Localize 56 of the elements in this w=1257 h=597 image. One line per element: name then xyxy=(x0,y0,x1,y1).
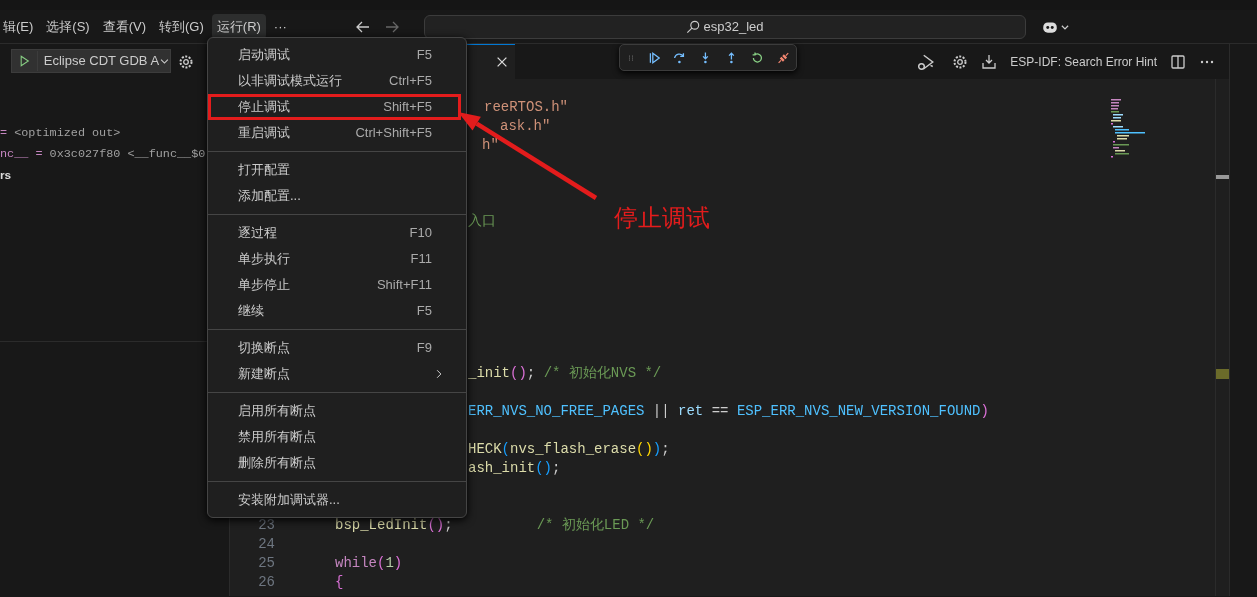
variable-row-text: = <optimized out> xyxy=(0,125,122,142)
menu-item[interactable]: 运行(R) xyxy=(211,13,266,40)
menu-item[interactable]: 添加配置... xyxy=(208,183,461,209)
menu-item[interactable]: 禁用所有断点 xyxy=(208,424,461,450)
code-line: ash_init(); xyxy=(468,460,561,476)
editor-action-link[interactable]: ESP-IDF: Search Error Hint xyxy=(1010,52,1157,71)
menu-item[interactable]: 单步执行 F11 xyxy=(208,246,461,272)
menu-item[interactable]: 重启调试 Ctrl+Shift+F5 xyxy=(208,120,461,146)
code-line: _init(); /* 初始化NVS */ xyxy=(468,365,662,381)
split-editor-icon[interactable] xyxy=(1170,53,1186,70)
download-icon[interactable] xyxy=(981,53,998,70)
variable-row-text: nc__ = 0x3c027f80 <__func__$0 xyxy=(0,146,207,163)
menu-item[interactable]: 逐过程 F10 xyxy=(208,220,461,246)
menu-item[interactable]: 删除所有断点 xyxy=(208,450,461,476)
command-center-field[interactable]: esp32_led xyxy=(423,14,1026,39)
gear-icon[interactable] xyxy=(952,53,969,70)
play-icon xyxy=(18,54,31,68)
line-number: 26 xyxy=(257,573,276,592)
line-number: 24 xyxy=(257,535,276,554)
menu-item[interactable]: 单步停止 Shift+F11 xyxy=(208,272,461,298)
menu-item[interactable]: 查看(V) xyxy=(97,13,152,40)
code-line: h" xyxy=(482,137,499,153)
menu-item[interactable]: 继续 F5 xyxy=(208,298,461,324)
menu-item[interactable]: 安装附加调试器... xyxy=(208,487,461,513)
menu-item[interactable]: 辑(E) xyxy=(0,13,39,40)
chevron-right-icon xyxy=(434,368,444,380)
code-line: bsp_LedInit(); /* 初始化LED */ xyxy=(335,517,655,533)
menu-item[interactable]: 打开配置 xyxy=(208,157,461,183)
restart-icon[interactable] xyxy=(750,49,764,66)
minimap-drawing[interactable] xyxy=(1111,99,1145,161)
menu-item[interactable]: 停止调试 Shift+F5 xyxy=(208,94,461,120)
menu-item[interactable]: 启用所有断点 xyxy=(208,398,461,424)
code-line: 入口 xyxy=(468,213,496,229)
code-line: HECK(nvs_flash_erase()); xyxy=(468,441,670,457)
scrollbar-marker xyxy=(1216,369,1229,379)
search-icon xyxy=(686,19,701,34)
continue-icon[interactable] xyxy=(647,49,661,66)
menu-item[interactable]: 以非调试模式运行 Ctrl+F5 xyxy=(208,68,461,94)
code-line: ask.h" xyxy=(500,118,551,134)
code-line: reeRTOS.h" xyxy=(484,99,568,115)
menu-item[interactable]: 切换断点 F9 xyxy=(208,335,461,361)
menu-item[interactable]: 新建断点 xyxy=(208,361,461,387)
menu-item[interactable]: 启动调试 F5 xyxy=(208,42,461,68)
gear-icon[interactable] xyxy=(178,53,194,70)
line-number: 25 xyxy=(257,554,276,573)
line-number: 23 xyxy=(257,516,276,535)
scrollbar-thumb[interactable] xyxy=(1216,175,1229,179)
menu-item[interactable]: ··· xyxy=(268,13,292,40)
variable-row-text: rs xyxy=(0,167,13,184)
code-line: while(1) xyxy=(335,555,403,571)
configuration-dropdown[interactable]: Eclipse CDT GDB A xyxy=(11,49,171,73)
menu-item[interactable]: 选择(S) xyxy=(41,13,95,40)
code-line: ERR_NVS_NO_FREE_PAGES || ret == ESP_ERR_NVS_NEW_VERSION_FOUND) xyxy=(468,403,989,419)
menu-item[interactable]: 转到(G) xyxy=(154,13,209,40)
code-line: { xyxy=(335,574,344,590)
annotation-label: 停止调试 xyxy=(614,203,710,233)
